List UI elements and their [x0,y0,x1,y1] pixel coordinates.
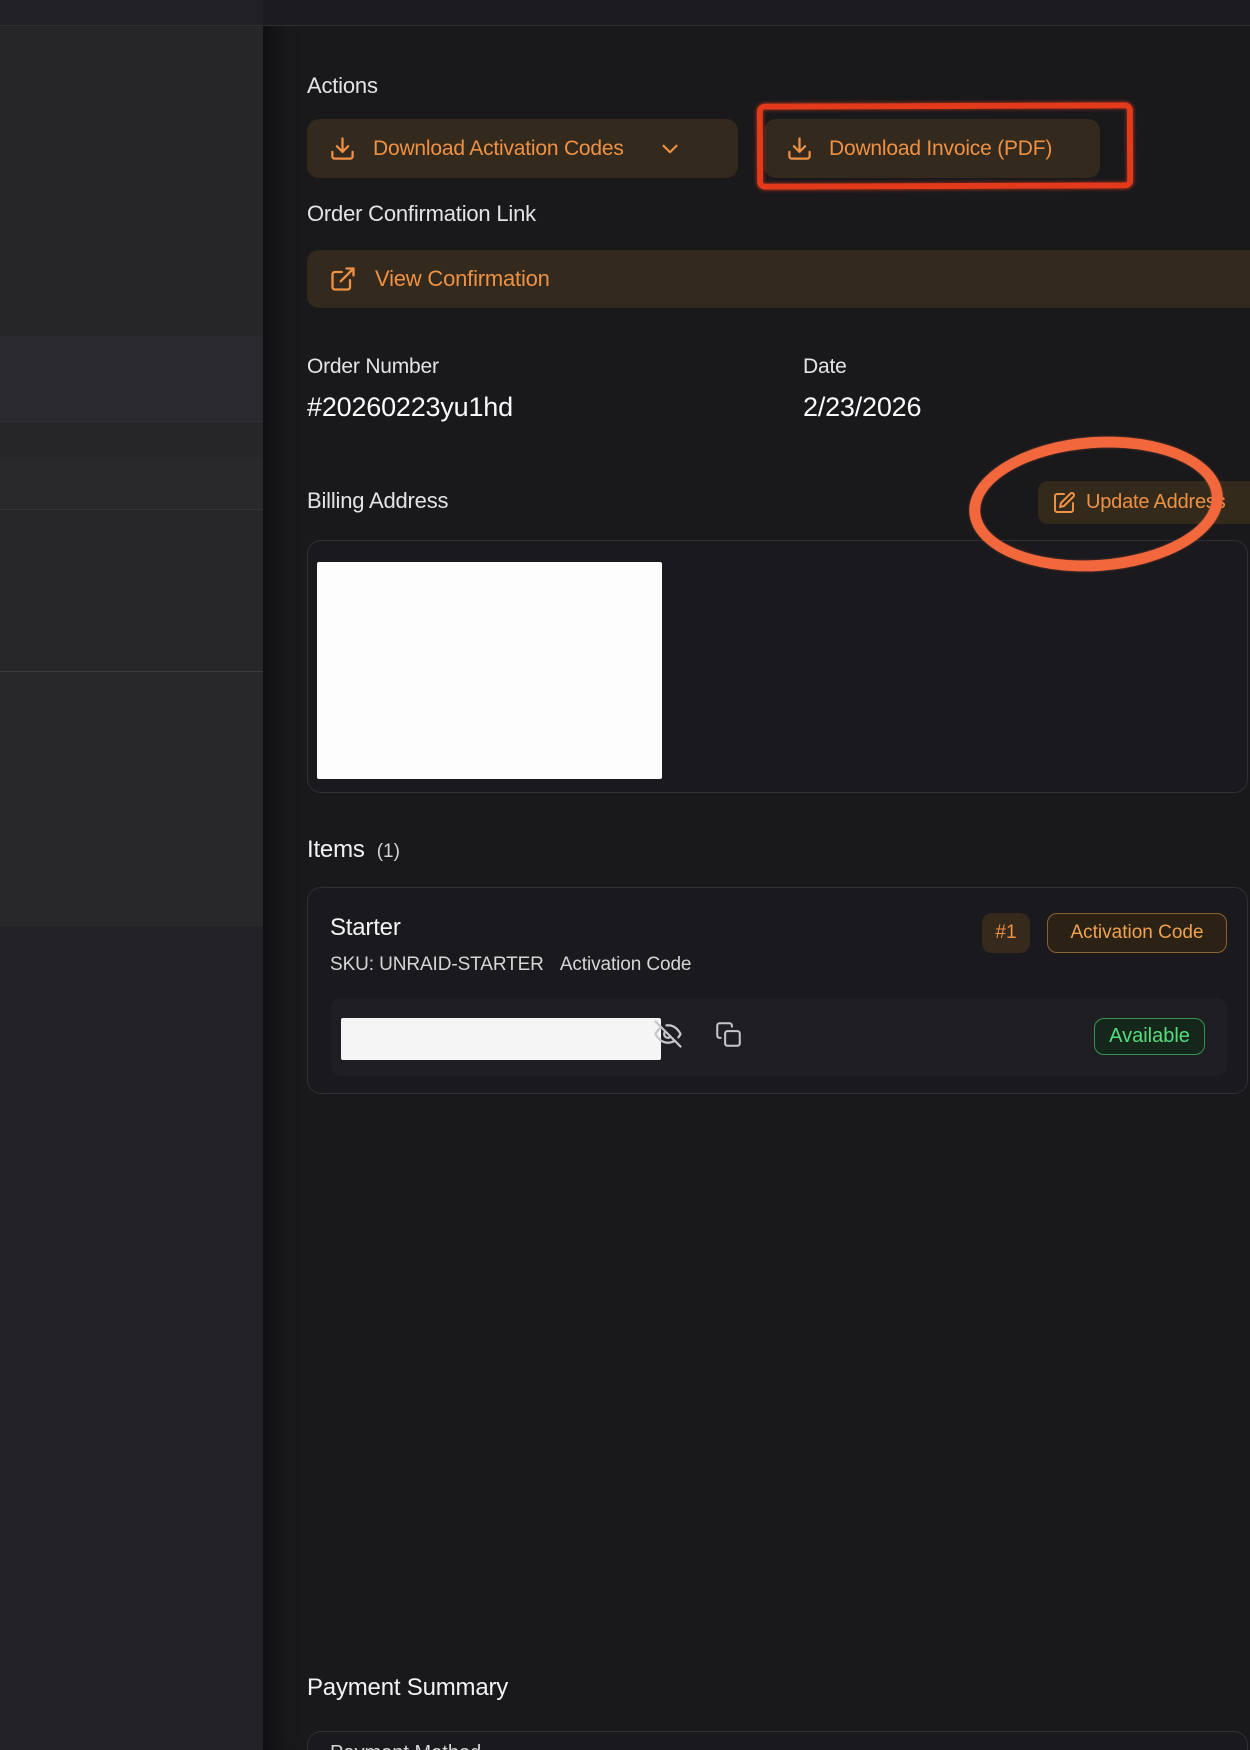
copy-icon [715,1021,742,1048]
order-confirmation-link-heading: Order Confirmation Link [307,201,536,227]
top-divider [0,25,1250,26]
view-confirmation-label: View Confirmation [375,266,550,292]
billing-address-redacted-block [317,562,662,779]
payment-summary-heading: Payment Summary [307,1674,508,1702]
item-title: Starter [330,914,401,942]
drawer-top-strip [263,0,1250,25]
download-icon [329,135,356,162]
view-confirmation-button[interactable]: View Confirmation [307,250,1250,308]
background-footer-area [0,926,263,1750]
chevron-down-icon [657,136,683,162]
items-heading: Items [307,836,365,864]
toggle-code-visibility-button[interactable] [653,1019,683,1049]
background-payment-method-section: ment Method [0,510,263,672]
update-address-label: Update Address [1086,491,1226,514]
billing-address-card [307,540,1248,793]
items-heading-row: Items (1) [307,836,400,864]
order-details-drawer: Actions Download Activation Codes Downlo… [263,0,1250,1750]
update-address-button[interactable]: Update Address [1038,481,1250,524]
order-details-screen: ment Method PE Actions Download Activati… [0,0,1250,1750]
item-type: Activation Code [560,954,692,976]
eye-off-icon [653,1019,683,1049]
edit-pencil-icon [1052,491,1076,515]
order-number-value: #20260223yu1hd [307,392,513,423]
download-activation-codes-label: Download Activation Codes [373,137,624,161]
background-selected-row [0,336,263,421]
payment-summary-card: Payment Method [307,1731,1248,1750]
code-status-badge: Available [1094,1018,1205,1055]
external-link-icon [329,265,357,293]
background-section [0,26,263,336]
date-label: Date [803,355,847,379]
item-card: Starter SKU: UNRAID-STARTER Activation C… [307,887,1248,1094]
background-page: ment Method PE [0,0,263,1750]
items-count: (1) [377,841,400,863]
download-invoice-label: Download Invoice (PDF) [829,137,1052,161]
activation-code-badge: Activation Code [1047,913,1227,953]
payment-method-label: Payment Method [330,1742,481,1750]
order-number-label: Order Number [307,355,439,379]
background-row [0,457,263,510]
background-header-strip [0,0,263,25]
actions-heading: Actions [307,73,378,99]
billing-address-heading: Billing Address [307,488,448,514]
copy-code-button[interactable] [715,1021,742,1048]
download-activation-codes-button[interactable]: Download Activation Codes [307,119,738,178]
download-icon [786,135,813,162]
background-row [0,421,263,457]
background-stripe-section: PE [0,672,263,926]
item-sku: SKU: UNRAID-STARTER [330,954,544,976]
item-sku-line: SKU: UNRAID-STARTER Activation Code [330,954,691,976]
date-value: 2/23/2026 [803,392,921,423]
activation-code-row: Available [331,998,1227,1076]
activation-code-redacted-field [341,1018,661,1060]
item-index-badge: #1 [982,913,1030,953]
download-invoice-button[interactable]: Download Invoice (PDF) [764,119,1100,178]
